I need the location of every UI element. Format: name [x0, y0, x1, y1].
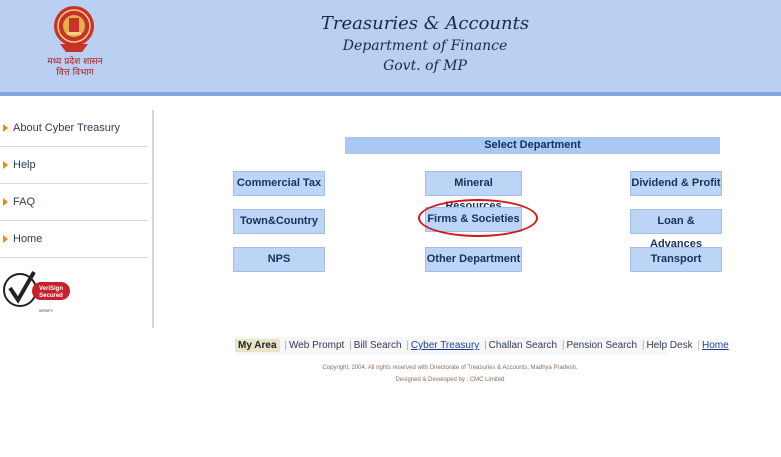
verisign-text: VeriSign [39, 286, 63, 292]
sidebar-item-label: Help [13, 159, 36, 171]
arrow-right-icon [3, 161, 8, 170]
link-separator: | [697, 340, 700, 351]
secured-text: Secured [39, 293, 63, 299]
sidebar-item-label: About Cyber Treasury [13, 122, 120, 134]
help-desk-link[interactable]: Help Desk [646, 340, 692, 351]
pension-search-link[interactable]: Pension Search [566, 340, 637, 351]
my-area-link[interactable]: My Area [235, 339, 280, 352]
verify-text: VERIFY [39, 308, 54, 313]
arrow-right-icon [3, 124, 8, 133]
verisign-secured-badge[interactable]: VeriSign Secured VERIFY [2, 268, 72, 318]
govt-label: Govt. of MP [383, 58, 467, 74]
sidebar-item-help[interactable]: Help [0, 147, 148, 184]
dept-dividend-profit-button[interactable]: Dividend & Profit [630, 171, 722, 196]
sidebar: About Cyber Treasury Help FAQ Home [0, 110, 148, 258]
web-prompt-link[interactable]: Web Prompt [289, 340, 344, 351]
link-separator: | [561, 340, 565, 351]
link-separator: | [406, 340, 409, 351]
dept-town-country-button[interactable]: Town&Country [233, 209, 325, 234]
sidebar-item-label: FAQ [13, 196, 36, 208]
home-link[interactable]: Home [702, 340, 729, 351]
dept-transport-button[interactable]: Transport [630, 247, 722, 272]
sidebar-divider [152, 110, 154, 328]
dept-firms-societies-button[interactable]: Firms & Societies [425, 207, 522, 232]
select-department-heading: Select Department [345, 137, 720, 154]
footer-links-bar: My Area | Web Prompt | Bill Search | Cyber … [235, 337, 729, 355]
dept-other-department-button[interactable]: Other Department [425, 247, 522, 272]
dept-commercial-tax-button[interactable]: Commercial Tax [233, 171, 325, 196]
emblem-caption-line1: मध्य प्रदेश शासन [47, 57, 103, 67]
arrow-right-icon [3, 235, 8, 244]
page-title: Treasuries & Accounts [320, 13, 530, 34]
dept-nps-button[interactable]: NPS [233, 247, 325, 272]
sidebar-item-home[interactable]: Home [0, 221, 148, 258]
mp-emblem-icon [54, 6, 94, 52]
emblem-caption-line2: वित्त विभाग [56, 68, 94, 78]
copyright-text: Copyright, 2004. All rights reserved wit… [322, 365, 578, 371]
link-separator: | [484, 340, 487, 351]
site-header: मध्य प्रदेश शासन वित्त विभाग Treasuries … [0, 0, 781, 96]
emblem-caption: मध्य प्रदेश शासन वित्त विभाग [40, 57, 110, 79]
challan-search-link[interactable]: Challan Search [489, 340, 557, 351]
cyber-treasury-link[interactable]: Cyber Treasury [411, 340, 479, 351]
sidebar-item-about-cyber-treasury[interactable]: About Cyber Treasury [0, 110, 148, 147]
dept-mineral-resources-button[interactable]: Mineral Resources [425, 171, 522, 212]
dept-loan-advances-button[interactable]: Loan & Advances [630, 209, 722, 250]
developer-credit: Designed & Developed by : CMC Limited [395, 377, 505, 383]
bill-search-link[interactable]: Bill Search [354, 340, 402, 351]
copyright-block: Copyright, 2004. All rights reserved wit… [240, 362, 660, 386]
sidebar-item-label: Home [13, 233, 43, 245]
link-separator: | [641, 340, 645, 351]
arrow-right-icon [3, 198, 8, 207]
link-separator: | [284, 340, 287, 351]
header-title-block: Treasuries & Accounts Department of Fina… [280, 12, 570, 76]
page-subtitle: Department of Finance [342, 38, 508, 54]
link-separator: | [349, 340, 352, 351]
sidebar-item-faq[interactable]: FAQ [0, 184, 148, 221]
